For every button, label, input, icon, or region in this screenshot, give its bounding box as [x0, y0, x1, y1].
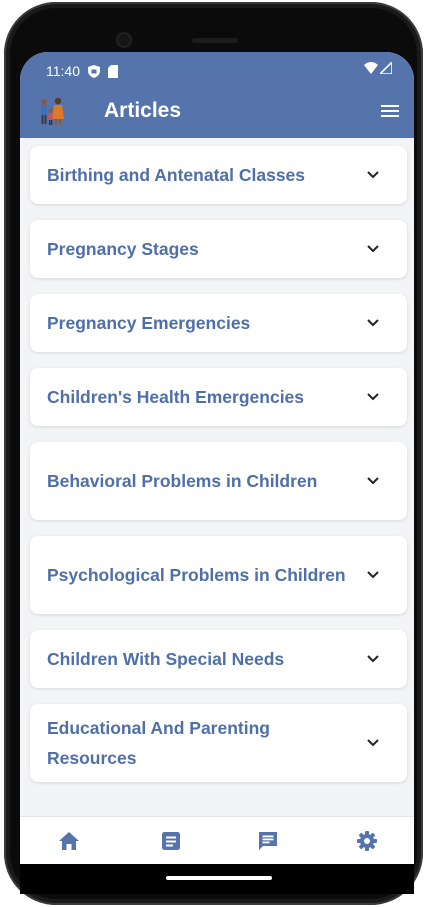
front-camera [116, 32, 132, 48]
article-title: Children With Special Needs [47, 649, 285, 669]
article-card-educational-resources[interactable]: Educational And Parenting Resources [30, 704, 407, 782]
home-indicator[interactable] [166, 876, 272, 880]
article-card-behavioral-problems[interactable]: Behavioral Problems in Children [30, 442, 407, 520]
chevron-down-icon[interactable] [366, 738, 380, 748]
settings-gear-icon[interactable] [356, 830, 378, 852]
signal-icon [380, 62, 392, 74]
chevron-down-icon[interactable] [366, 476, 380, 486]
sd-card-icon [108, 64, 118, 78]
chevron-down-icon[interactable] [366, 654, 380, 664]
article-title: Birthing and Antenatal Classes [47, 165, 306, 185]
app-header: 11:40 Articles [20, 52, 414, 138]
article-card-special-needs[interactable]: Children With Special Needs [30, 630, 407, 688]
home-icon[interactable] [58, 830, 80, 852]
chevron-down-icon[interactable] [366, 392, 380, 402]
bottom-navigation [20, 816, 414, 864]
status-icons [364, 62, 392, 74]
title-row: Articles [36, 94, 400, 128]
page-title: Articles [104, 99, 182, 122]
article-title: Educational And Parenting Resources [47, 718, 270, 768]
system-navigation-bar [20, 864, 414, 894]
chevron-down-icon[interactable] [366, 244, 380, 254]
message-icon[interactable] [257, 830, 279, 852]
family-logo-icon [41, 97, 64, 125]
article-title: Pregnancy Stages [47, 239, 199, 259]
earpiece-speaker [192, 38, 238, 43]
app-screen: 11:40 Articles Birthing and Antenatal Cl… [20, 52, 414, 864]
article-card-childrens-health-emergencies[interactable]: Children's Health Emergencies [30, 368, 407, 426]
article-title: Psychological Problems in Children [47, 565, 346, 585]
chevron-down-icon[interactable] [366, 170, 380, 180]
article-icon[interactable] [160, 830, 182, 852]
wifi-icon [364, 62, 378, 74]
hamburger-menu-icon[interactable] [380, 103, 400, 119]
chevron-down-icon[interactable] [366, 570, 380, 580]
article-title: Children's Health Emergencies [47, 387, 305, 407]
article-card-psychological-problems[interactable]: Psychological Problems in Children [30, 536, 407, 614]
article-title: Pregnancy Emergencies [47, 313, 251, 333]
article-card-pregnancy-stages[interactable]: Pregnancy Stages [30, 220, 407, 278]
status-time: 11:40 [46, 63, 80, 79]
article-title: Behavioral Problems in Children [47, 471, 318, 491]
article-card-pregnancy-emergencies[interactable]: Pregnancy Emergencies [30, 294, 407, 352]
shield-icon [88, 64, 100, 78]
article-card-birthing[interactable]: Birthing and Antenatal Classes [30, 146, 407, 204]
status-bar: 11:40 [46, 63, 118, 79]
chevron-down-icon[interactable] [366, 318, 380, 328]
